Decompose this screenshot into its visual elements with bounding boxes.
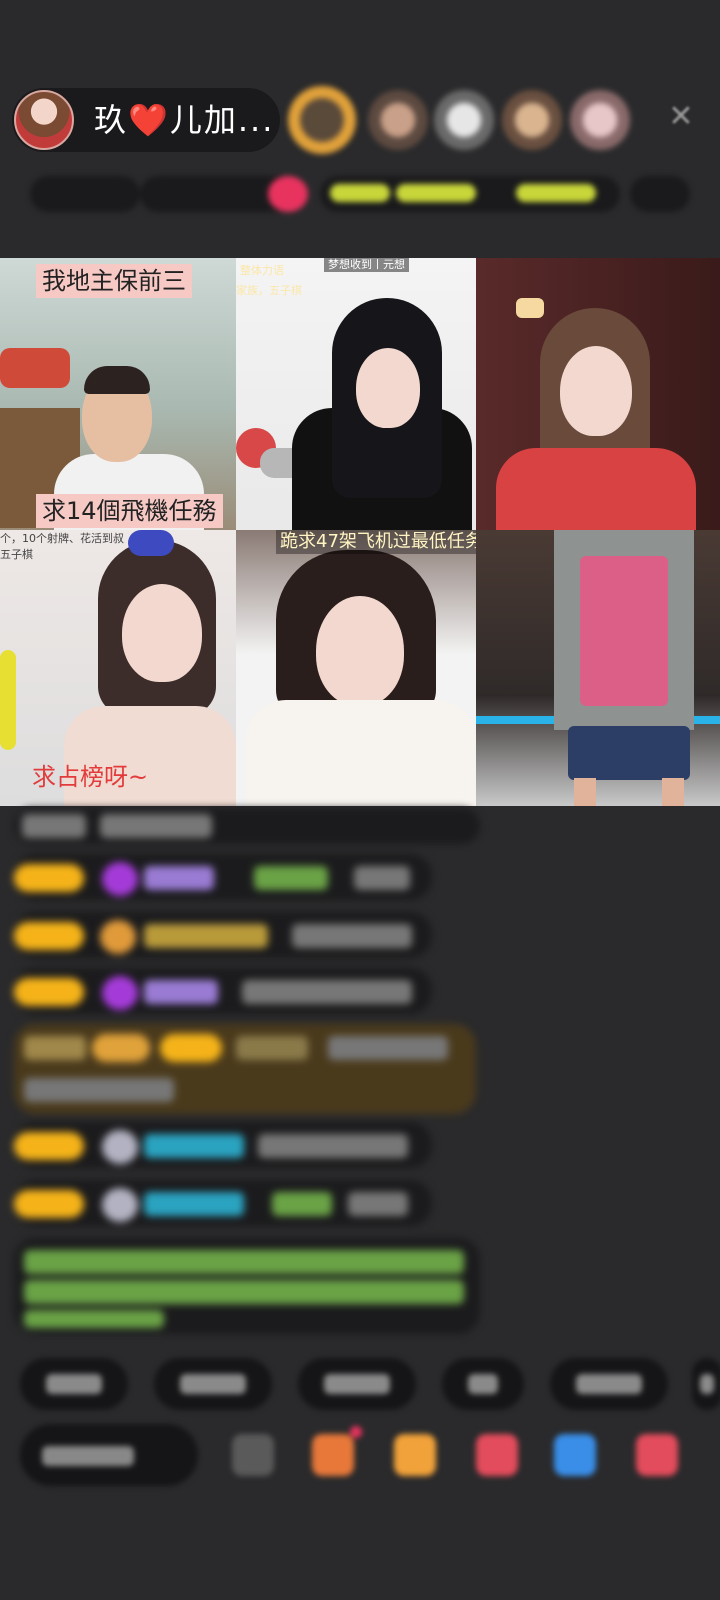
multi-guest-video-grid: 我地主保前三 求14個飛機任務 整体力语 家族，五子棋 梦想收到丨元想 个，10…: [0, 258, 720, 806]
quick-reply-button[interactable]: [20, 1358, 128, 1410]
quick-reply-row: [20, 1358, 720, 1410]
video-tile-2[interactable]: 整体力语 家族，五子棋 梦想收到丨元想: [236, 258, 476, 530]
live-header: 玖❤️儿加... ✕: [0, 84, 720, 156]
emoji-icon[interactable]: [232, 1434, 274, 1476]
tile-4-corner-small-1: 个，10个射牌、花活到叔: [0, 532, 124, 545]
quick-reply-button[interactable]: [298, 1358, 416, 1410]
video-tile-6[interactable]: [476, 530, 720, 806]
fan-club-icon[interactable]: [476, 1434, 518, 1476]
tile-1-bottom-tag: 求14個飛機任務: [36, 494, 223, 528]
shop-icon[interactable]: [312, 1434, 354, 1476]
close-icon[interactable]: ✕: [664, 100, 698, 134]
chat-message: [14, 1122, 432, 1168]
quick-reply-button[interactable]: [442, 1358, 524, 1410]
chat-message: [14, 1180, 432, 1226]
chat-message: [14, 912, 432, 958]
quick-reply-button[interactable]: [550, 1358, 668, 1410]
chat-input[interactable]: [20, 1424, 198, 1486]
video-tile-1[interactable]: 我地主保前三 求14個飛機任務: [0, 258, 236, 530]
gift-chip[interactable]: [268, 176, 308, 212]
live-info-row: [20, 172, 700, 216]
tile-2-top-small-2: 家族，五子棋: [236, 284, 302, 297]
host-avatar[interactable]: [14, 90, 74, 150]
more-chip[interactable]: [630, 176, 690, 212]
quick-reply-button[interactable]: [154, 1358, 272, 1410]
viewer-avatar-2[interactable]: [368, 90, 428, 150]
gift-icon[interactable]: [636, 1434, 678, 1476]
chat-message: [14, 808, 480, 844]
tile-4-bottom-tag: 求占榜呀~: [32, 763, 149, 791]
task-chip-yellow-2: [396, 184, 476, 202]
quick-reply-button[interactable]: [692, 1358, 720, 1410]
video-tile-4[interactable]: 个，10个射牌、花活到叔 五子棋 求占榜呀~: [0, 530, 236, 806]
tile-1-top-tag: 我地主保前三: [36, 264, 192, 298]
rank-chip[interactable]: [30, 176, 140, 212]
chat-message: [14, 968, 432, 1014]
viewer-avatar-4[interactable]: [502, 90, 562, 150]
video-tile-5[interactable]: 跪求47架飞机过最低任务: [236, 530, 476, 806]
chat-system-message: [14, 1238, 480, 1334]
tile-2-top-badge: 梦想收到丨元想: [324, 258, 409, 272]
chat-message-list[interactable]: [14, 808, 494, 1348]
viewer-avatar-3[interactable]: [434, 90, 494, 150]
host-info-pill[interactable]: 玖❤️儿加...: [12, 88, 280, 152]
task-chip-yellow-3: [516, 184, 596, 202]
chat-message-highlighted: [14, 1024, 476, 1114]
viewer-avatar-5[interactable]: [570, 90, 630, 150]
host-name[interactable]: 玖❤️儿加...: [94, 100, 274, 140]
gift-box-icon[interactable]: [394, 1434, 436, 1476]
chat-message: [14, 854, 432, 900]
video-tile-3[interactable]: [476, 258, 720, 530]
tile-5-top-tag: 跪求47架飞机过最低任务: [276, 530, 476, 554]
chat-bubble-icon[interactable]: [554, 1434, 596, 1476]
task-chip-yellow-1: [330, 184, 390, 202]
tile-2-top-small-1: 整体力语: [240, 264, 284, 277]
bottom-action-bar: [20, 1424, 720, 1488]
tile-4-corner-small-2: 五子棋: [0, 548, 33, 561]
viewer-avatar-1[interactable]: [288, 86, 356, 154]
